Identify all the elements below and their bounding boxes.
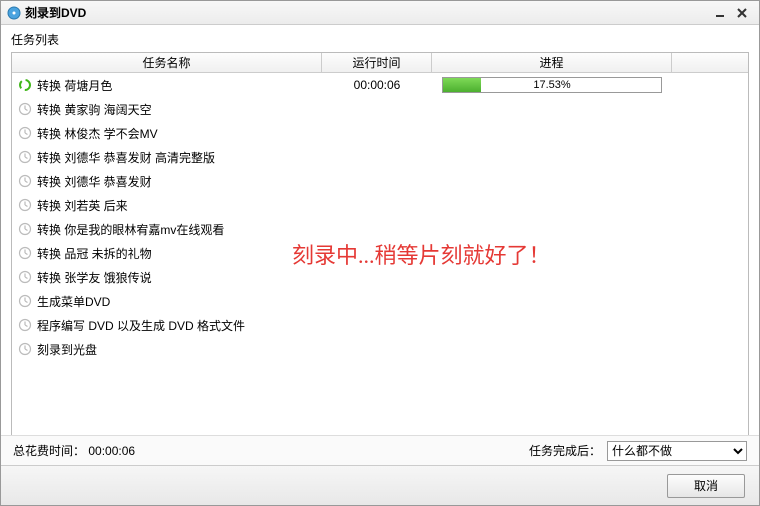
spinner-icon <box>18 78 32 92</box>
after-complete-label: 任务完成后： <box>529 442 601 459</box>
column-header-name[interactable]: 任务名称 <box>12 53 322 72</box>
task-label: 转换 林俊杰 学不会MV <box>37 125 158 142</box>
table-row[interactable]: 转换 刘若英 后来 <box>12 193 748 217</box>
minimize-button[interactable] <box>709 4 731 22</box>
after-complete-select[interactable]: 什么都不做 <box>607 441 747 461</box>
clock-icon <box>18 294 32 308</box>
task-label: 转换 刘若英 后来 <box>37 197 128 214</box>
clock-icon <box>18 222 32 236</box>
table-row[interactable]: 转换 林俊杰 学不会MV <box>12 121 748 145</box>
table-row[interactable]: 转换 刘德华 恭喜发财 高清完整版 <box>12 145 748 169</box>
clock-icon <box>18 126 32 140</box>
titlebar: 刻录到DVD <box>1 1 759 25</box>
clock-icon <box>18 270 32 284</box>
clock-icon <box>18 342 32 356</box>
table-row[interactable]: 转换 张学友 饿狼传说 <box>12 265 748 289</box>
task-label: 程序编写 DVD 以及生成 DVD 格式文件 <box>37 317 245 334</box>
table-row-active[interactable]: 转换 荷塘月色 00:00:06 17.53% <box>12 73 748 97</box>
section-label: 任务列表 <box>1 25 759 52</box>
table-row[interactable]: 转换 你是我的眼林宥嘉mv在线观看 <box>12 217 748 241</box>
table-row[interactable]: 转换 品冠 未拆的礼物 <box>12 241 748 265</box>
progress-bar: 17.53% <box>442 77 662 93</box>
clock-icon <box>18 318 32 332</box>
table-row[interactable]: 转换 刘德华 恭喜发财 <box>12 169 748 193</box>
clock-icon <box>18 198 32 212</box>
task-time: 00:00:06 <box>322 78 432 92</box>
task-label: 生成菜单DVD <box>37 293 110 310</box>
total-time-label: 总花费时间： <box>13 444 85 458</box>
total-time-value: 00:00:06 <box>88 444 135 458</box>
task-label: 转换 刘德华 恭喜发财 高清完整版 <box>37 149 215 166</box>
button-bar: 取消 <box>1 465 759 505</box>
clock-icon <box>18 150 32 164</box>
clock-icon <box>18 246 32 260</box>
app-icon <box>7 6 21 20</box>
task-label: 转换 荷塘月色 <box>37 77 112 94</box>
table-row[interactable]: 程序编写 DVD 以及生成 DVD 格式文件 <box>12 313 748 337</box>
task-label: 刻录到光盘 <box>37 341 97 358</box>
column-header-spacer <box>672 53 748 72</box>
table-header: 任务名称 运行时间 进程 <box>12 53 748 73</box>
progress-text: 17.53% <box>443 78 661 92</box>
clock-icon <box>18 102 32 116</box>
table-row[interactable]: 生成菜单DVD <box>12 289 748 313</box>
task-list-panel: 任务名称 运行时间 进程 转换 荷塘月色 00:00:06 17.53% 转换 … <box>11 52 749 444</box>
task-label: 转换 品冠 未拆的礼物 <box>37 245 152 262</box>
task-label: 转换 刘德华 恭喜发财 <box>37 173 152 190</box>
task-label: 转换 你是我的眼林宥嘉mv在线观看 <box>37 221 224 238</box>
window-title: 刻录到DVD <box>25 4 86 21</box>
table-row[interactable]: 刻录到光盘 <box>12 337 748 361</box>
clock-icon <box>18 174 32 188</box>
task-label: 转换 黄家驹 海阔天空 <box>37 101 152 118</box>
cancel-button[interactable]: 取消 <box>667 474 745 498</box>
task-label: 转换 张学友 饿狼传说 <box>37 269 152 286</box>
column-header-progress[interactable]: 进程 <box>432 53 672 72</box>
close-button[interactable] <box>731 4 753 22</box>
table-row[interactable]: 转换 黄家驹 海阔天空 <box>12 97 748 121</box>
column-header-time[interactable]: 运行时间 <box>322 53 432 72</box>
table-body: 转换 荷塘月色 00:00:06 17.53% 转换 黄家驹 海阔天空转换 林俊… <box>12 73 748 443</box>
status-bar: 总花费时间： 00:00:06 任务完成后： 什么都不做 <box>1 435 759 465</box>
